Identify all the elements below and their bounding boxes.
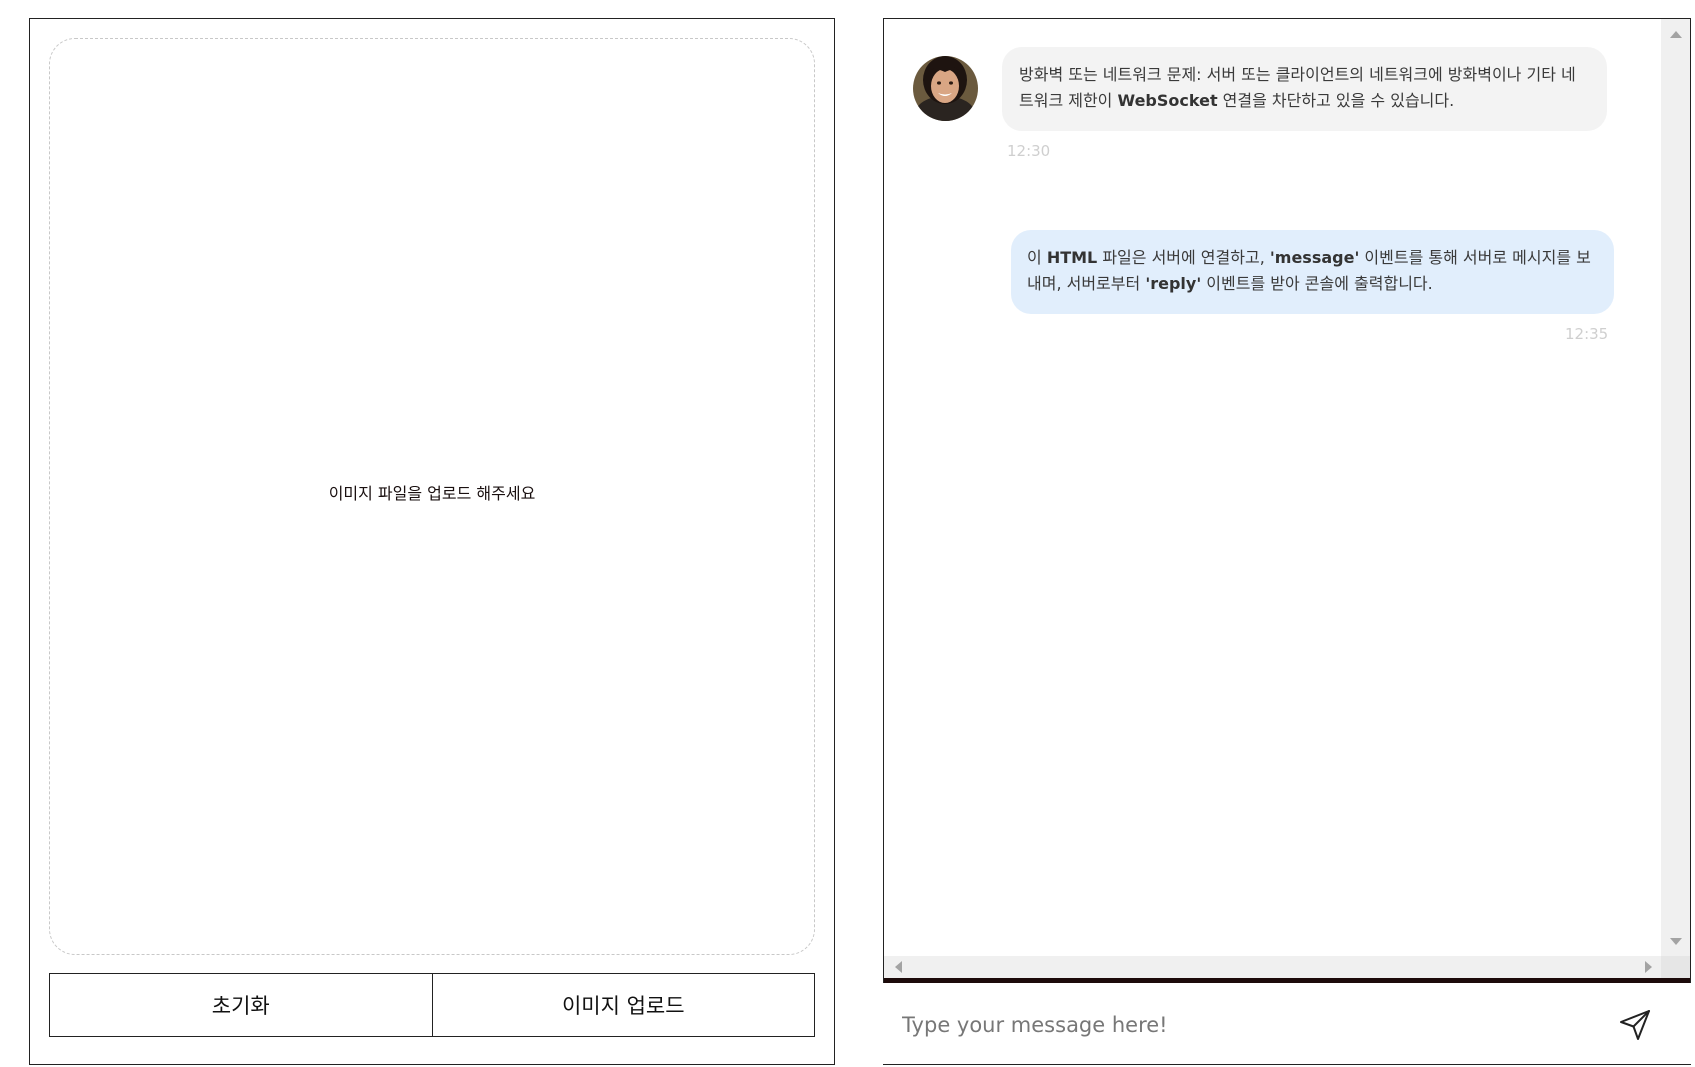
upload-image-button[interactable]: 이미지 업로드 — [431, 974, 814, 1036]
dropzone-placeholder: 이미지 파일을 업로드 해주세요 — [328, 483, 536, 503]
outgoing-message-time: 12:35 — [1565, 325, 1609, 343]
vertical-scrollbar[interactable] — [1661, 19, 1690, 956]
scroll-left-arrow-icon[interactable] — [895, 961, 902, 973]
message-input-row — [883, 985, 1691, 1065]
outgoing-message-bold: HTML — [1046, 248, 1098, 267]
image-dropzone[interactable]: 이미지 파일을 업로드 해주세요 — [49, 38, 815, 955]
chat-window: 방화벽 또는 네트워크 문제: 서버 또는 클라이언트의 네트워크에 방화벽이나… — [883, 18, 1691, 983]
avatar — [913, 56, 978, 121]
incoming-message-text-end: 연결을 차단하고 있을 수 있습니다. — [1217, 91, 1455, 110]
paper-plane-icon — [1620, 1009, 1650, 1040]
outgoing-message-bold: 'message' — [1269, 248, 1360, 267]
outgoing-message-text: 이벤트를 받아 콘솔에 출력합니다. — [1201, 274, 1433, 293]
outgoing-message-text: 이 — [1027, 248, 1047, 267]
upload-button-row: 초기화 이미지 업로드 — [49, 973, 815, 1037]
outgoing-message-text: 파일은 서버에 연결하고, — [1097, 248, 1270, 267]
outgoing-message-bubble: 이 HTML 파일은 서버에 연결하고, 'message' 이벤트를 통해 서… — [1011, 230, 1614, 314]
image-upload-panel: 이미지 파일을 업로드 해주세요 초기화 이미지 업로드 — [29, 18, 835, 1065]
horizontal-scrollbar[interactable] — [884, 956, 1663, 978]
scroll-right-arrow-icon[interactable] — [1645, 961, 1652, 973]
chat-divider-bar — [884, 978, 1690, 983]
scroll-up-arrow-icon[interactable] — [1670, 31, 1682, 38]
scrollbar-corner — [1661, 956, 1690, 978]
reset-button[interactable]: 초기화 — [50, 974, 432, 1036]
scroll-down-arrow-icon[interactable] — [1670, 938, 1682, 945]
outgoing-message-bold: 'reply' — [1145, 274, 1202, 293]
incoming-message-time: 12:30 — [1007, 142, 1051, 160]
chat-panel: 방화벽 또는 네트워크 문제: 서버 또는 클라이언트의 네트워크에 방화벽이나… — [883, 18, 1691, 1065]
send-button[interactable] — [1605, 995, 1665, 1055]
message-list[interactable]: 방화벽 또는 네트워크 문제: 서버 또는 클라이언트의 네트워크에 방화벽이나… — [884, 19, 1663, 956]
incoming-message-bold: WebSocket — [1117, 91, 1218, 110]
message-input[interactable] — [883, 994, 1605, 1055]
incoming-message-bubble: 방화벽 또는 네트워크 문제: 서버 또는 클라이언트의 네트워크에 방화벽이나… — [1002, 47, 1607, 131]
